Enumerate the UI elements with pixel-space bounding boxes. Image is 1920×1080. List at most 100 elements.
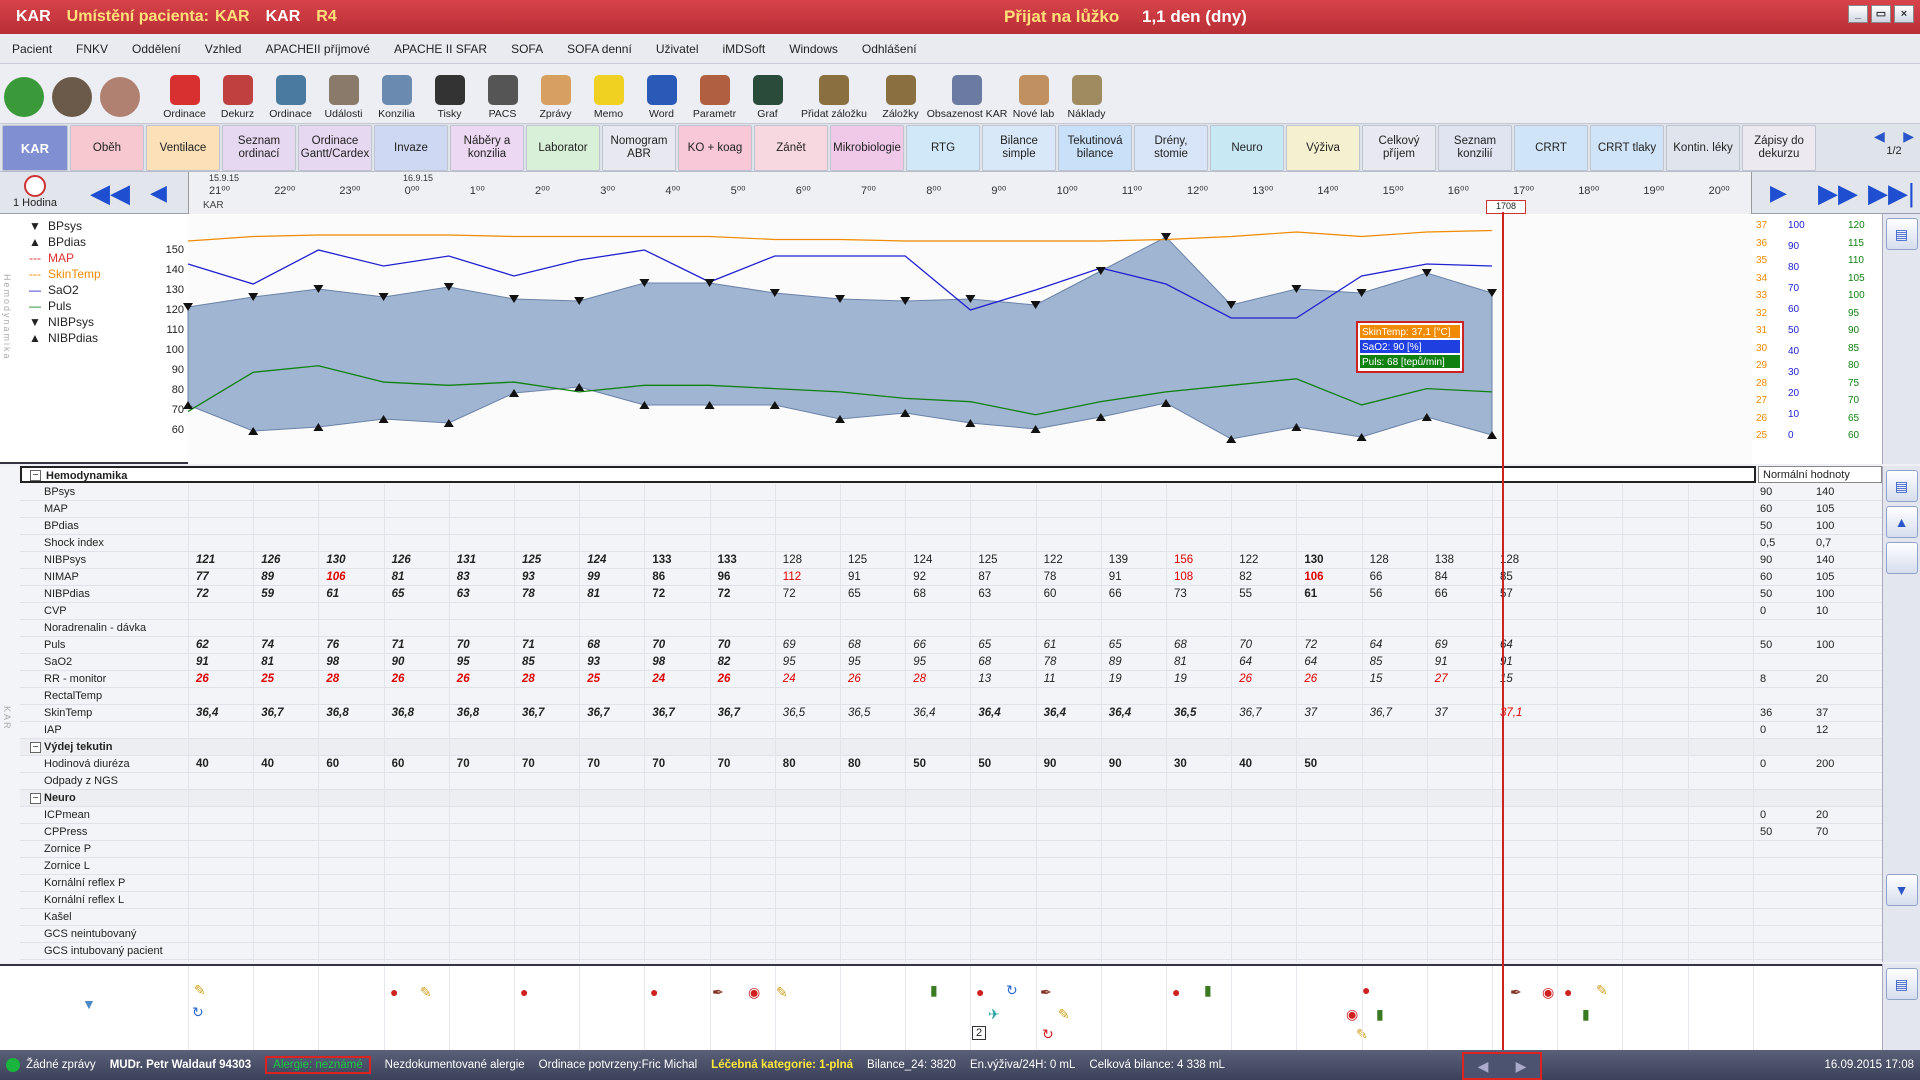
grid-cell[interactable]: 128 [1500, 554, 1552, 566]
grid-row[interactable]: Zornice P [20, 841, 1882, 858]
event-count-badge[interactable]: 2 [972, 1026, 987, 1040]
grid-cell[interactable]: 126 [261, 554, 313, 566]
bottom-prev-icon[interactable]: ◀ [1478, 1058, 1489, 1075]
grid-cell[interactable]: 36,7 [1370, 707, 1422, 719]
grid-cell[interactable]: 26 [392, 673, 444, 685]
grid-cell[interactable]: 25 [261, 673, 313, 685]
grid-row[interactable]: Shock index 0,5 0,7 [20, 535, 1882, 552]
tab-16[interactable]: Neuro [1210, 125, 1284, 171]
tab-3[interactable]: Seznam ordinací [222, 125, 296, 171]
grid-cell[interactable]: 71 [392, 639, 444, 651]
toolbar-button-18[interactable]: Nové lab [1007, 64, 1060, 124]
grid-row[interactable]: ICPmean 0 20 [20, 807, 1882, 824]
grid-cell[interactable]: 133 [652, 554, 704, 566]
nutrition-icon[interactable]: ▮ [1376, 1006, 1384, 1023]
grid-cell[interactable]: 37 [1435, 707, 1487, 719]
scroll-down-button[interactable]: ▼ [1885, 874, 1918, 906]
grid-cell[interactable]: 36,8 [457, 707, 509, 719]
grid-cell[interactable]: 15 [1500, 673, 1552, 685]
blood-drop-icon[interactable]: ● [390, 984, 398, 1000]
grid-cell[interactable]: 57 [1500, 588, 1552, 600]
nutrition-icon[interactable]: ▮ [1204, 982, 1212, 999]
minimize-button[interactable]: _ [1848, 5, 1868, 23]
grid-cell[interactable]: 28 [522, 673, 574, 685]
tab-6[interactable]: Náběry a konzilia [450, 125, 524, 171]
grid-cell[interactable]: 128 [783, 554, 835, 566]
grid-cell[interactable]: 76 [326, 639, 378, 651]
grid-cell[interactable]: 80 [783, 758, 835, 770]
grid-cell[interactable]: 36,4 [913, 707, 965, 719]
grid-row[interactable]: Kornální reflex P [20, 875, 1882, 892]
grid-cell[interactable]: 70 [718, 758, 770, 770]
grid-cell[interactable]: 70 [718, 639, 770, 651]
grid-cell[interactable]: 68 [1174, 639, 1226, 651]
grid-cell[interactable]: 98 [326, 656, 378, 668]
tab-4[interactable]: Ordinace Gantt/Cardex [298, 125, 372, 171]
grid-cell[interactable]: 36,7 [1239, 707, 1291, 719]
grid-cell[interactable]: 128 [1370, 554, 1422, 566]
undo-event-icon[interactable]: ↻ [1042, 1026, 1054, 1043]
grid-cell[interactable]: 36,5 [1174, 707, 1226, 719]
tab-20[interactable]: CRRT [1514, 125, 1588, 171]
grid-cell[interactable]: 36,7 [652, 707, 704, 719]
grid-cell[interactable]: 72 [196, 588, 248, 600]
menu-item-1[interactable]: FNKV [64, 42, 120, 56]
grid-cell[interactable]: 68 [848, 639, 900, 651]
normal-values-header[interactable]: Normální hodnoty [1758, 466, 1882, 483]
grid-cell[interactable]: 125 [522, 554, 574, 566]
grid-cell[interactable]: 26 [1239, 673, 1291, 685]
grid-cell[interactable]: 124 [913, 554, 965, 566]
menu-item-0[interactable]: Pacient [0, 42, 64, 56]
toolbar-button-9[interactable]: PACS [476, 64, 529, 124]
toolbar-button-14[interactable]: Graf [741, 64, 794, 124]
syringe-icon[interactable]: ✒ [712, 984, 724, 1001]
grid-cell[interactable]: 13 [978, 673, 1030, 685]
grid-cell[interactable]: 68 [587, 639, 639, 651]
tab-17[interactable]: Výživa [1286, 125, 1360, 171]
grid-cell[interactable]: 68 [978, 656, 1030, 668]
syringe-icon[interactable]: ✒ [1510, 984, 1522, 1001]
grid-cell[interactable]: 70 [522, 758, 574, 770]
grid-cell[interactable]: 81 [587, 588, 639, 600]
toolbar-button-19[interactable]: Náklady [1060, 64, 1113, 124]
grid-cell[interactable]: 56 [1370, 588, 1422, 600]
grid-cell[interactable]: 59 [261, 588, 313, 600]
grid-cell[interactable]: 91 [848, 571, 900, 583]
grid-row[interactable]: GCS intubovaný pacient [20, 943, 1882, 960]
grid-cell[interactable]: 85 [1370, 656, 1422, 668]
grid-row[interactable]: CPPress 50 70 [20, 824, 1882, 841]
tab-9[interactable]: KO + koag [678, 125, 752, 171]
menu-item-8[interactable]: Uživatel [644, 42, 711, 56]
time-ruler[interactable]: 15.9.15 16.9.15 KAR 1708 21⁰⁰ 22⁰⁰ 23⁰⁰ 0⁰⁰… [188, 172, 1752, 214]
grid-cell[interactable]: 70 [587, 758, 639, 770]
grid-cell[interactable]: 36,4 [196, 707, 248, 719]
grid-cell[interactable]: 124 [587, 554, 639, 566]
grid-cell[interactable]: 24 [652, 673, 704, 685]
grid-cell[interactable]: 66 [1435, 588, 1487, 600]
interval-selector[interactable]: 1 Hodina [0, 172, 70, 214]
toolbar-button-0[interactable] [0, 64, 48, 124]
grid-cell[interactable]: 66 [1109, 588, 1161, 600]
grid-cell[interactable]: 27 [1435, 673, 1487, 685]
grid-row[interactable]: SaO2 91 81 98 90 95 85 93 98 82 95 95 95 68 78 89 81 64 64… [20, 654, 1882, 671]
nutrition-icon[interactable]: ▮ [930, 982, 938, 999]
grid-cell[interactable]: 50 [978, 758, 1030, 770]
tab-12[interactable]: RTG [906, 125, 980, 171]
close-button[interactable]: × [1894, 5, 1914, 23]
grid-cell[interactable]: 36,8 [326, 707, 378, 719]
grid-cell[interactable]: 93 [522, 571, 574, 583]
grid-cell[interactable]: 55 [1239, 588, 1291, 600]
tab-15[interactable]: Drény, stomie [1134, 125, 1208, 171]
grid-cell[interactable]: 60 [392, 758, 444, 770]
grid-cell[interactable]: 87 [978, 571, 1030, 583]
grid-cell[interactable]: 70 [457, 758, 509, 770]
grid-cell[interactable]: 37,1 [1500, 707, 1552, 719]
grid-cell[interactable]: 40 [261, 758, 313, 770]
grid-cell[interactable]: 36,4 [1109, 707, 1161, 719]
grid-cell[interactable]: 125 [978, 554, 1030, 566]
grid-cell[interactable]: 78 [1044, 656, 1096, 668]
grid-cell[interactable]: 91 [1109, 571, 1161, 583]
blood-drop-icon[interactable]: ● [650, 984, 658, 1000]
toolbar-button-12[interactable]: Word [635, 64, 688, 124]
toolbar-button-13[interactable]: Parametr [688, 64, 741, 124]
